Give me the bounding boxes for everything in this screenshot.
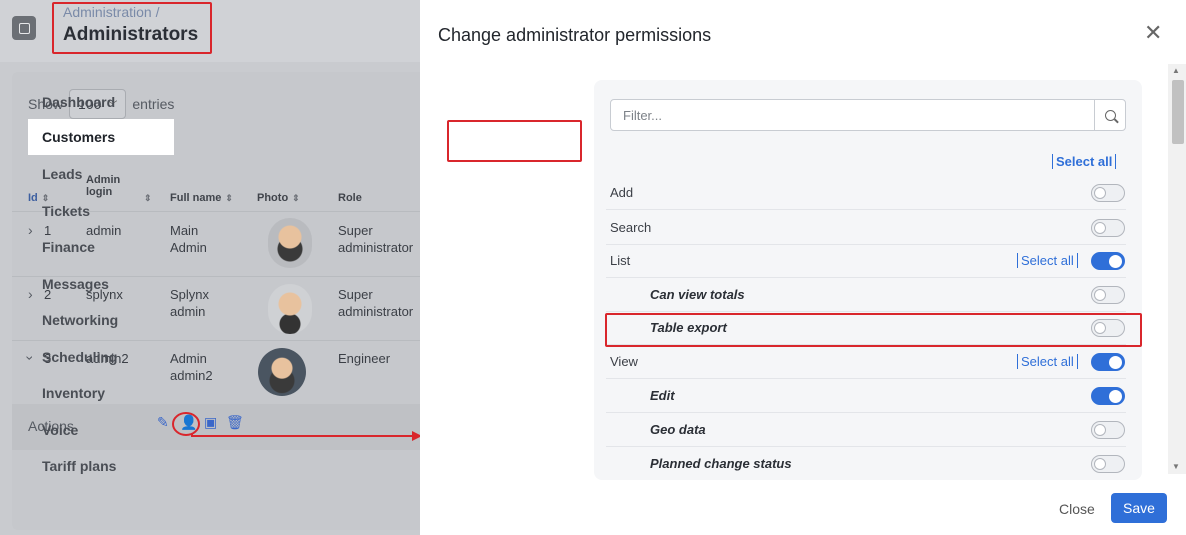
- toggle-knob: [1094, 289, 1106, 301]
- tab-tariff-plans[interactable]: Tariff plans: [28, 448, 174, 484]
- select-all-link[interactable]: Select all: [1017, 253, 1078, 268]
- permission-toggle[interactable]: [1091, 184, 1125, 202]
- tab-inventory[interactable]: Inventory: [28, 375, 174, 411]
- tab-leads[interactable]: Leads: [28, 156, 174, 192]
- permission-toggle[interactable]: [1091, 353, 1125, 371]
- breadcrumb[interactable]: Administration /: [63, 4, 159, 20]
- tab-dashboard[interactable]: Dashboard: [28, 84, 174, 120]
- permission-toggle[interactable]: [1091, 252, 1125, 270]
- scroll-up-icon[interactable]: ▲: [1172, 66, 1180, 75]
- tab-finance[interactable]: Finance: [28, 229, 174, 265]
- row-role: Super administrator: [338, 287, 414, 319]
- column-header-role[interactable]: Role: [338, 192, 362, 204]
- toggle-knob: [1094, 458, 1106, 470]
- save-button[interactable]: Save: [1111, 493, 1167, 523]
- avatar: [268, 218, 312, 268]
- row-role: Super administrator: [338, 223, 414, 255]
- permission-label: View: [610, 354, 638, 369]
- admin-page-icon: [12, 16, 36, 40]
- toggle-knob: [1109, 389, 1122, 403]
- toggle-knob: [1094, 222, 1106, 234]
- divider: [606, 412, 1126, 413]
- divider: [606, 244, 1126, 245]
- column-header-photo[interactable]: Photo ⇕: [257, 192, 300, 204]
- select-all-link[interactable]: Select all: [1017, 354, 1078, 369]
- tab-scheduling[interactable]: Scheduling: [28, 339, 174, 375]
- user-lock-icon[interactable]: 👤: [180, 414, 197, 431]
- permission-label: Edit: [650, 388, 675, 403]
- permission-label: List: [610, 253, 631, 268]
- permission-toggle[interactable]: [1091, 319, 1125, 337]
- toggle-knob: [1094, 322, 1106, 334]
- permission-label: Can view totals: [650, 287, 745, 302]
- permission-toggle[interactable]: [1091, 387, 1125, 405]
- tab-voice[interactable]: Voice: [28, 412, 174, 448]
- tab-tickets[interactable]: Tickets: [28, 193, 174, 229]
- tab-customers[interactable]: Customers: [28, 119, 174, 155]
- divider: [606, 378, 1126, 379]
- divider: [606, 311, 1126, 312]
- search-icon: [1104, 109, 1116, 121]
- permission-label: Search: [610, 220, 652, 235]
- scrollbar-thumb[interactable]: [1172, 80, 1184, 144]
- scroll-down-icon[interactable]: ▼: [1172, 462, 1180, 471]
- toggle-knob: [1109, 355, 1122, 369]
- sort-icon: ⇕: [292, 193, 300, 203]
- divider: [606, 277, 1126, 278]
- row-full-name: Splynx admin: [170, 287, 210, 319]
- tab-messages[interactable]: Messages: [28, 266, 174, 302]
- modal-title: Change administrator permissions: [438, 25, 712, 45]
- toggle-knob: [1109, 254, 1122, 268]
- permission-toggle[interactable]: [1091, 286, 1125, 304]
- permission-toggle[interactable]: [1091, 455, 1125, 473]
- filter-input[interactable]: [610, 99, 1095, 131]
- toggle-knob: [1094, 187, 1106, 199]
- permission-label: Table export: [650, 320, 727, 335]
- avatar: [258, 348, 306, 396]
- divider: [606, 446, 1126, 447]
- row-full-name: Main Admin: [170, 223, 207, 255]
- trash-icon[interactable]: 🗑: [226, 414, 244, 431]
- select-all-link[interactable]: Select all: [1052, 154, 1117, 169]
- permission-label: Geo data: [650, 422, 706, 437]
- divider: [606, 344, 1126, 345]
- row-role: Engineer: [338, 351, 391, 366]
- row-full-name: Admin admin2: [170, 351, 213, 383]
- permission-toggle[interactable]: [1091, 421, 1125, 439]
- sort-icon: ⇕: [225, 193, 233, 203]
- permission-label: Planned change status: [650, 456, 792, 471]
- divider: [606, 209, 1126, 210]
- close-icon[interactable]: ✕: [1144, 22, 1162, 44]
- page-title: Administrators: [63, 24, 199, 45]
- permission-toggle[interactable]: [1091, 219, 1125, 237]
- permissions-panel: [594, 80, 1142, 480]
- toggle-knob: [1094, 424, 1106, 436]
- tab-networking[interactable]: Networking: [28, 302, 174, 338]
- column-header-full-name[interactable]: Full name ⇕: [170, 192, 233, 204]
- permission-label: Add: [610, 185, 634, 200]
- avatar: [268, 284, 312, 334]
- filter-search-button[interactable]: [1094, 99, 1126, 131]
- id-card-icon[interactable]: ▣: [204, 414, 217, 431]
- close-button[interactable]: Close: [1059, 501, 1095, 517]
